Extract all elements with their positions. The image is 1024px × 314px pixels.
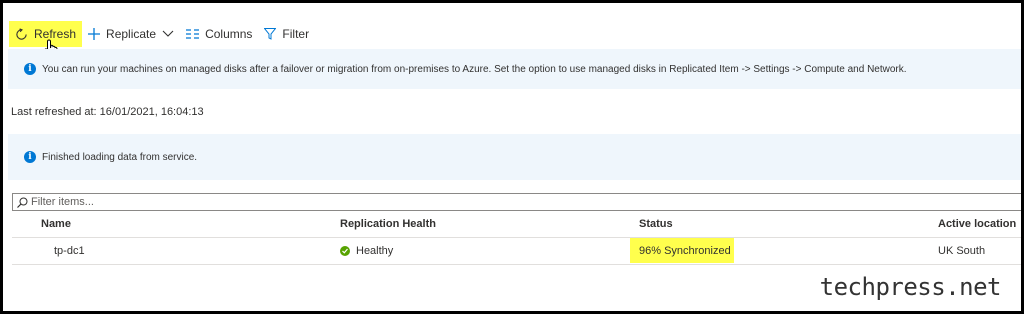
health-label: Healthy xyxy=(356,245,394,257)
loading-info-banner: i Finished loading data from service. xyxy=(8,134,1021,180)
info-icon: i xyxy=(24,151,36,163)
cell-name[interactable]: tp-dc1 xyxy=(54,245,85,257)
cell-status: 96% Synchronized xyxy=(639,245,731,257)
plus-icon xyxy=(88,28,101,40)
search-icon xyxy=(17,197,28,208)
managed-disks-message: You can run your machines on managed dis… xyxy=(42,63,907,75)
column-header-replication-health[interactable]: Replication Health xyxy=(340,218,436,230)
managed-disks-info-banner: i You can run your machines on managed d… xyxy=(8,49,1021,89)
filter-items-input[interactable]: Filter items... xyxy=(12,193,1021,211)
column-header-active-location[interactable]: Active location xyxy=(938,218,1016,230)
column-header-status[interactable]: Status xyxy=(639,218,673,230)
check-circle-icon xyxy=(340,246,350,256)
loading-message: Finished loading data from service. xyxy=(42,151,198,163)
filter-placeholder: Filter items... xyxy=(31,196,94,208)
table-row[interactable]: tp-dc1 Healthy 96% Synchronized UK South xyxy=(12,238,1021,265)
page-frame: Refresh Replicate Columns Filter i You c… xyxy=(3,3,1021,311)
filter-label: Filter xyxy=(282,27,310,41)
filter-icon xyxy=(264,28,277,40)
replicate-button[interactable]: Replicate xyxy=(82,21,180,47)
columns-label: Columns xyxy=(205,27,253,41)
last-refreshed-text: Last refreshed at: 16/01/2021, 16:04:13 xyxy=(11,106,204,118)
info-icon: i xyxy=(24,63,36,75)
replicate-label: Replicate xyxy=(106,27,157,41)
refresh-icon xyxy=(16,27,27,40)
columns-icon xyxy=(186,29,200,39)
table-header: Name Replication Health Status Active lo… xyxy=(12,211,1021,238)
cell-active-location: UK South xyxy=(938,245,986,257)
filter-button[interactable]: Filter xyxy=(258,21,315,47)
column-header-name[interactable]: Name xyxy=(41,218,71,230)
chevron-down-icon xyxy=(162,30,174,37)
columns-button[interactable]: Columns xyxy=(180,21,258,47)
cell-replication-health: Healthy xyxy=(340,245,393,257)
watermark-text: techpress.net xyxy=(819,273,1002,301)
